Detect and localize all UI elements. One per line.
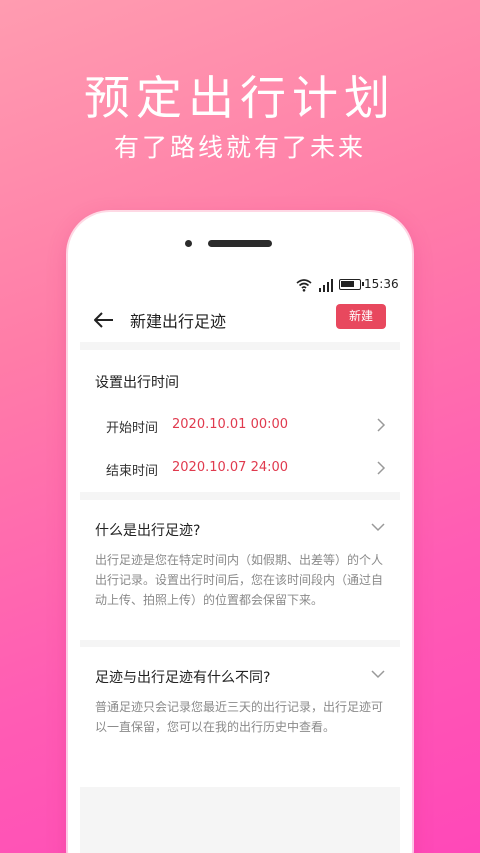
hero-subtitle: 有了路线就有了未来 (113, 133, 366, 162)
phone-mockup: 15:36 新建出行足迹 新建 设置出行时间 开始时间 2020.10.01 0… (68, 212, 412, 853)
hero-title: 预定出行计划 (84, 71, 396, 125)
wifi-icon (296, 279, 312, 292)
faq-card[interactable]: 足迹与出行足迹有什么不同? 普通足迹只会记录您最近三天的出行记录，出行足迹可以一… (80, 647, 400, 787)
start-time-value: 2020.10.01 00:00 (172, 417, 289, 432)
chevron-right-icon (377, 418, 386, 432)
start-time-label: 开始时间 (106, 421, 159, 436)
end-time-row[interactable]: 结束时间 2020.10.07 24:00 (80, 448, 400, 488)
time-settings-card: 设置出行时间 开始时间 2020.10.01 00:00 结束时间 2020.1… (80, 350, 400, 492)
faq-answer: 普通足迹只会记录您最近三天的出行记录，出行足迹可以一直保留，您可以在我的出行历史… (95, 700, 384, 734)
faq-answer: 出行足迹是您在特定时间内（如假期、出差等）的个人出行记录。设置出行时间后，您在该… (95, 553, 384, 607)
nav-bar: 新建出行足迹 新建 (68, 300, 412, 340)
status-time: 15:36 (364, 277, 399, 291)
section-title: 设置出行时间 (95, 375, 179, 391)
status-bar: 15:36 (68, 276, 412, 294)
faq-question: 什么是出行足迹? (95, 523, 201, 539)
content-area: 设置出行时间 开始时间 2020.10.01 00:00 结束时间 2020.1… (80, 342, 400, 853)
chevron-down-icon[interactable] (370, 522, 386, 532)
chevron-down-icon[interactable] (370, 669, 386, 679)
phone-speaker (208, 240, 272, 247)
end-time-label: 结束时间 (106, 464, 159, 479)
phone-camera (185, 240, 192, 247)
back-arrow-icon[interactable] (92, 308, 116, 332)
faq-card[interactable]: 什么是出行足迹? 出行足迹是您在特定时间内（如假期、出差等）的个人出行记录。设置… (80, 500, 400, 640)
faq-question: 足迹与出行足迹有什么不同? (95, 670, 271, 686)
page-title: 新建出行足迹 (130, 312, 227, 331)
new-button[interactable]: 新建 (336, 304, 386, 329)
end-time-value: 2020.10.07 24:00 (172, 460, 289, 475)
start-time-row[interactable]: 开始时间 2020.10.01 00:00 (80, 405, 400, 445)
signal-icon (319, 279, 333, 292)
battery-icon (339, 279, 364, 290)
chevron-right-icon (377, 461, 386, 475)
